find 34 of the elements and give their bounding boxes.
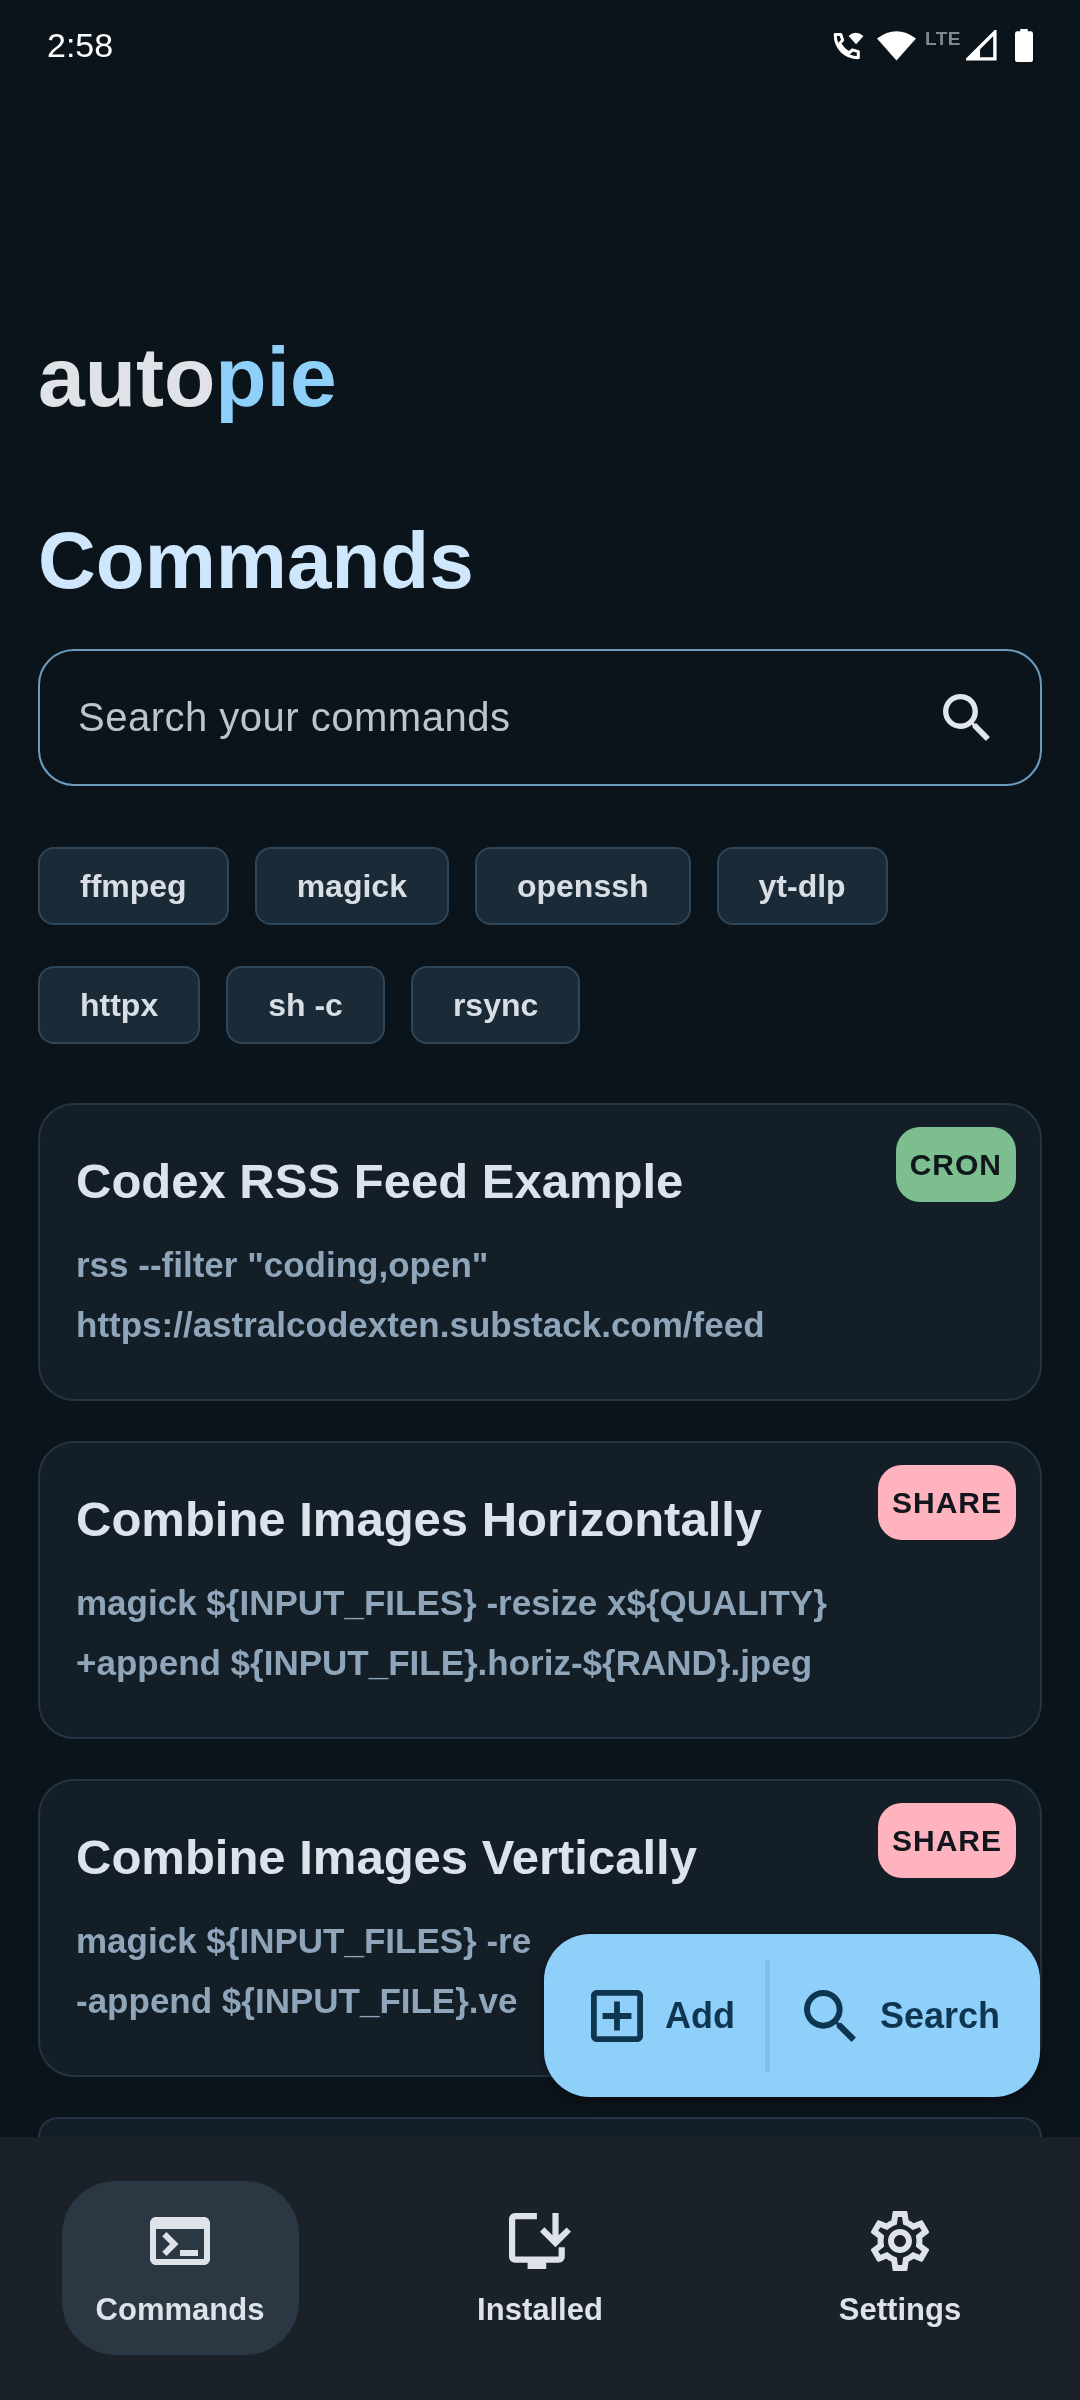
nav-tab[interactable]: Settings <box>781 2181 1019 2355</box>
settings-icon <box>871 2211 929 2271</box>
battery-icon <box>1014 28 1034 62</box>
search-field[interactable]: Search your commands <box>38 649 1042 786</box>
nav-tab[interactable]: Commands <box>61 2181 299 2355</box>
monitor-download-icon <box>509 2213 571 2269</box>
command-title: Combine Images Horizontally <box>76 1491 763 1548</box>
filter-chip[interactable]: rsync <box>410 966 581 1044</box>
filter-chip[interactable]: sh -c <box>226 966 385 1044</box>
command-title: Combine Images Vertically <box>76 1829 697 1886</box>
clock-time: 2:58 <box>47 28 114 62</box>
terminal-icon <box>150 2217 210 2265</box>
command-title: Codex RSS Feed Example <box>76 1153 684 1210</box>
search-icon <box>803 1989 856 2042</box>
signal-icon <box>966 29 997 61</box>
tag-badge: SHARE <box>878 1465 1016 1540</box>
filter-chip[interactable]: httpx <box>38 966 201 1044</box>
filter-chip[interactable]: openssh <box>474 847 691 925</box>
command-card[interactable]: Combine Images Horizontally SHARE magick ${INPUT_FILES} -resize x${QUALITY} +append ${INPUT_FILE}.horiz-${RAND}.jpeg <box>38 1441 1042 1739</box>
filter-chip[interactable]: yt-dlp <box>716 847 888 925</box>
tag-badge: SHARE <box>878 1803 1016 1878</box>
network-type-label: LTE <box>925 28 961 48</box>
command-text: rss --filter "coding,open" https://astralcodexten.substack.com/feed <box>76 1244 765 1346</box>
nav-tab[interactable]: Installed <box>421 2181 659 2355</box>
search-icon[interactable] <box>943 694 990 741</box>
wifi-icon <box>877 29 916 61</box>
filter-chip[interactable]: magick <box>254 847 449 925</box>
search-input[interactable]: Search your commands <box>78 695 923 740</box>
page-title: Commands <box>38 521 474 601</box>
command-card[interactable]: Codex RSS Feed Example CRON rss --filter "coding,open" https://astralcodexten.substack.com/feed <box>38 1103 1042 1401</box>
filter-chip[interactable]: ffmpeg <box>38 847 229 925</box>
command-text: magick ${INPUT_FILES} -re -append ${INPUT_FILE}.ve <box>76 1920 532 2022</box>
command-text: magick ${INPUT_FILES} -resize x${QUALITY} +append ${INPUT_FILE}.horiz-${RAND}.jpeg <box>76 1582 827 1684</box>
tag-badge: CRON <box>895 1127 1016 1202</box>
